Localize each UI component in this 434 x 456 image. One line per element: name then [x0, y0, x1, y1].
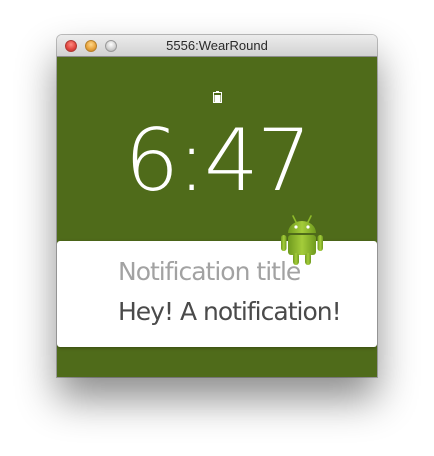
notification-title: Notification title	[118, 257, 301, 286]
watch-screen[interactable]: 6:47 Notification title Hey! A notificat…	[57, 57, 377, 377]
battery-icon	[213, 91, 222, 103]
notification-text: Hey! A notification!	[118, 297, 342, 326]
android-robot-icon	[281, 215, 323, 265]
window-title: 5556:WearRound	[166, 38, 268, 53]
emulator-window: 5556:WearRound 6:47 Notification title H…	[57, 35, 377, 377]
window-titlebar[interactable]: 5556:WearRound	[57, 35, 377, 57]
notification-card[interactable]: Notification title Hey! A notification!	[57, 241, 377, 347]
clock-time: 6:47	[124, 111, 311, 211]
